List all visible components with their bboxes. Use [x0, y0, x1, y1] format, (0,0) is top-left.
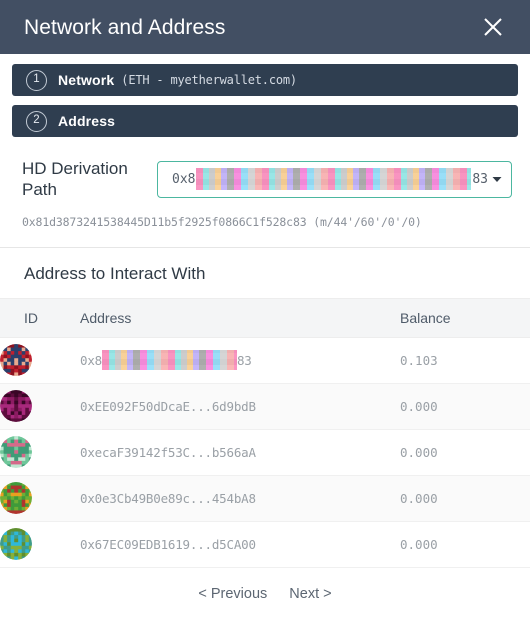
avatar: [0, 475, 80, 522]
column-header-id: ID: [0, 297, 80, 338]
address-table-header: ID Address Balance: [0, 297, 530, 338]
table-row[interactable]: 0xEE092F50dDcaE...6d9bdB 0.000: [0, 383, 530, 430]
table-row[interactable]: 0x8 83 0.103: [0, 337, 530, 384]
column-header-balance: Balance: [400, 297, 530, 338]
address-cell: 0x0e3Cb49B0e89c...454bA8: [80, 475, 400, 522]
hd-derivation-path-value: 0x8 83: [172, 168, 488, 191]
avatar: [0, 383, 80, 430]
avatar: [0, 429, 80, 476]
step-label-address: Address: [58, 113, 116, 129]
network-and-address-modal: Network and Address 1 Network (ETH - mye…: [0, 0, 530, 618]
step-number-2: 2: [26, 110, 47, 132]
table-row[interactable]: 0x0e3Cb49B0e89c...454bA8 0.000: [0, 475, 530, 522]
table-row[interactable]: 0xecaF39142f53C...b566aA 0.000: [0, 429, 530, 476]
modal-body: 1 Network (ETH - myetherwallet.com) 2 Ad…: [0, 54, 530, 618]
step-list: 1 Network (ETH - myetherwallet.com) 2 Ad…: [0, 54, 530, 146]
section-title-address-to-interact: Address to Interact With: [24, 263, 206, 283]
close-icon[interactable]: [478, 12, 508, 42]
hd-path-suffix: 83: [472, 171, 488, 187]
page-title: Network and Address: [24, 15, 226, 39]
address-table-body: 0x8 83 0.103 0xEE092F50dDcaE...6d9bdB 0.000 0…: [0, 337, 530, 568]
balance-cell: 0.103: [400, 337, 530, 384]
hd-derivation-path-row: HD Derivation Path 0x8 83: [0, 146, 530, 201]
redacted-block: [196, 168, 472, 191]
column-header-address: Address: [80, 297, 400, 338]
step-network[interactable]: 1 Network (ETH - myetherwallet.com): [12, 64, 518, 96]
redacted-block: [101, 350, 237, 370]
avatar: [0, 337, 80, 384]
address-table: ID Address Balance 0x8 83 0.103 0xEE092F50d…: [0, 297, 530, 568]
address-cell: 0x8 83: [80, 337, 400, 384]
next-page-link[interactable]: Next >: [289, 586, 331, 602]
previous-page-link[interactable]: < Previous: [198, 586, 267, 602]
hd-derivation-path-select[interactable]: 0x8 83: [157, 160, 512, 198]
address-cell: 0xEE092F50dDcaE...6d9bdB: [80, 383, 400, 430]
balance-cell: 0.000: [400, 521, 530, 568]
address-cell: 0xecaF39142f53C...b566aA: [80, 429, 400, 476]
balance-cell: 0.000: [400, 475, 530, 522]
hd-derivation-path-label: HD Derivation Path: [22, 159, 128, 200]
balance-cell: 0.000: [400, 429, 530, 476]
step-sub-network: (ETH - myetherwallet.com): [121, 73, 297, 87]
address-prefix: 0x8: [80, 352, 102, 368]
address-suffix: 83: [236, 352, 252, 368]
hd-derivation-path-full: 0x81d3873241538445D11b5f2925f0866C1f528c…: [22, 214, 422, 229]
step-label-network: Network: [58, 72, 115, 88]
table-row[interactable]: 0x67EC09EDB1619...d5CA00 0.000: [0, 521, 530, 568]
balance-cell: 0.000: [400, 383, 530, 430]
avatar: [0, 521, 80, 568]
chevron-down-icon: [491, 173, 503, 185]
hd-path-prefix: 0x8: [172, 171, 196, 187]
address-cell: 0x67EC09EDB1619...d5CA00: [80, 521, 400, 568]
step-number-1: 1: [26, 69, 47, 91]
modal-header: Network and Address: [0, 0, 530, 54]
pagination: < Previous Next >: [0, 568, 530, 618]
step-address[interactable]: 2 Address: [12, 105, 518, 137]
